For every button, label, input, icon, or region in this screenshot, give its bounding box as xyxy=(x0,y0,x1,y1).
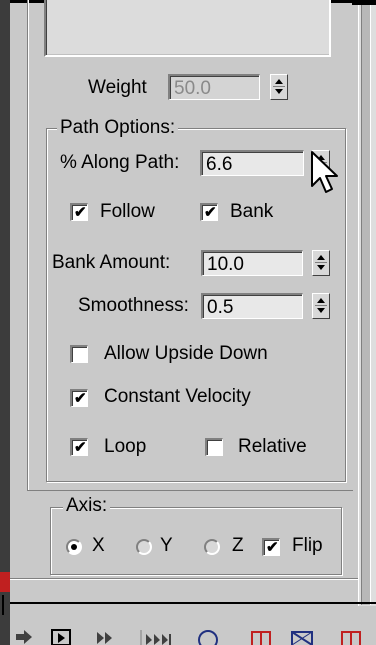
spinner-down-icon xyxy=(317,265,325,270)
timeline-tick xyxy=(2,595,8,615)
flip-checkbox[interactable]: ✔ xyxy=(262,538,280,556)
axis-x-radio[interactable] xyxy=(66,539,82,555)
spinner-divider xyxy=(315,262,327,263)
weight-label: Weight xyxy=(88,77,147,98)
axis-title: Axis: xyxy=(63,496,111,516)
loop-label[interactable]: Loop xyxy=(104,436,146,458)
checkmark-icon: ✔ xyxy=(74,439,87,456)
follow-checkbox[interactable]: ✔ xyxy=(70,203,88,221)
scrollbar-top xyxy=(352,0,376,5)
checkmark-icon: ✔ xyxy=(266,539,279,556)
spinner-up-icon xyxy=(275,79,283,84)
bank-amount-spinner[interactable] xyxy=(312,250,330,276)
field-of-view-icon[interactable] xyxy=(288,628,316,645)
path-options-title: Path Options: xyxy=(57,118,179,138)
spinner-down-icon xyxy=(275,89,283,94)
bank-label[interactable]: Bank xyxy=(230,201,273,223)
smoothness-spinner[interactable] xyxy=(312,293,330,319)
bank-amount-label: Bank Amount: xyxy=(52,252,171,273)
spinner-divider xyxy=(315,305,327,306)
weight-input[interactable]: 50.0 xyxy=(168,74,260,100)
toolbar-divider xyxy=(10,602,376,604)
weight-spinner[interactable] xyxy=(270,74,288,100)
bank-checkbox[interactable]: ✔ xyxy=(200,203,218,221)
checkmark-icon: ✔ xyxy=(74,390,87,407)
scrollbar-track[interactable] xyxy=(361,0,371,605)
constant-velocity-checkbox[interactable]: ✔ xyxy=(70,389,88,407)
axis-z-label[interactable]: Z xyxy=(232,535,244,557)
allow-upside-down-label[interactable]: Allow Upside Down xyxy=(104,343,268,365)
spinner-divider xyxy=(273,86,285,87)
bank-amount-input[interactable]: 10.0 xyxy=(201,250,303,276)
along-path-label: % Along Path: xyxy=(60,152,180,173)
maximize-viewport-icon[interactable] xyxy=(336,628,366,645)
radio-selected-dot xyxy=(71,544,77,550)
checkmark-icon: ✔ xyxy=(204,204,217,221)
smoothness-input[interactable]: 0.5 xyxy=(201,293,303,319)
along-path-input[interactable]: 6.6 xyxy=(200,150,304,176)
axis-y-radio[interactable] xyxy=(136,539,152,555)
target-list-box[interactable] xyxy=(44,0,331,57)
next-frame-icon[interactable] xyxy=(94,628,116,645)
relative-label[interactable]: Relative xyxy=(238,436,307,458)
go-to-end-icon[interactable] xyxy=(140,628,176,645)
rollout-bottom-highlight xyxy=(10,579,358,580)
relative-checkbox[interactable] xyxy=(205,438,223,456)
follow-label[interactable]: Follow xyxy=(100,201,155,223)
region-zoom-icon[interactable] xyxy=(248,628,274,645)
axis-z-radio[interactable] xyxy=(204,539,220,555)
allow-upside-down-checkbox[interactable] xyxy=(70,345,88,363)
axis-x-label[interactable]: X xyxy=(92,535,105,557)
checkmark-icon: ✔ xyxy=(74,204,87,221)
smoothness-label: Smoothness: xyxy=(78,295,189,316)
spinner-down-icon xyxy=(317,308,325,313)
mouse-cursor-icon xyxy=(311,151,338,193)
axis-y-label[interactable]: Y xyxy=(160,535,173,557)
zoom-icon[interactable] xyxy=(196,628,222,645)
constant-velocity-label[interactable]: Constant Velocity xyxy=(104,386,251,408)
play-icon[interactable] xyxy=(50,628,74,645)
spinner-up-icon xyxy=(317,255,325,260)
spinner-up-icon xyxy=(317,298,325,303)
key-mode-icon[interactable] xyxy=(14,628,36,645)
left-panel-strip xyxy=(0,0,10,645)
timeline-marker xyxy=(0,572,10,592)
loop-checkbox[interactable]: ✔ xyxy=(70,438,88,456)
flip-label[interactable]: Flip xyxy=(292,535,323,557)
